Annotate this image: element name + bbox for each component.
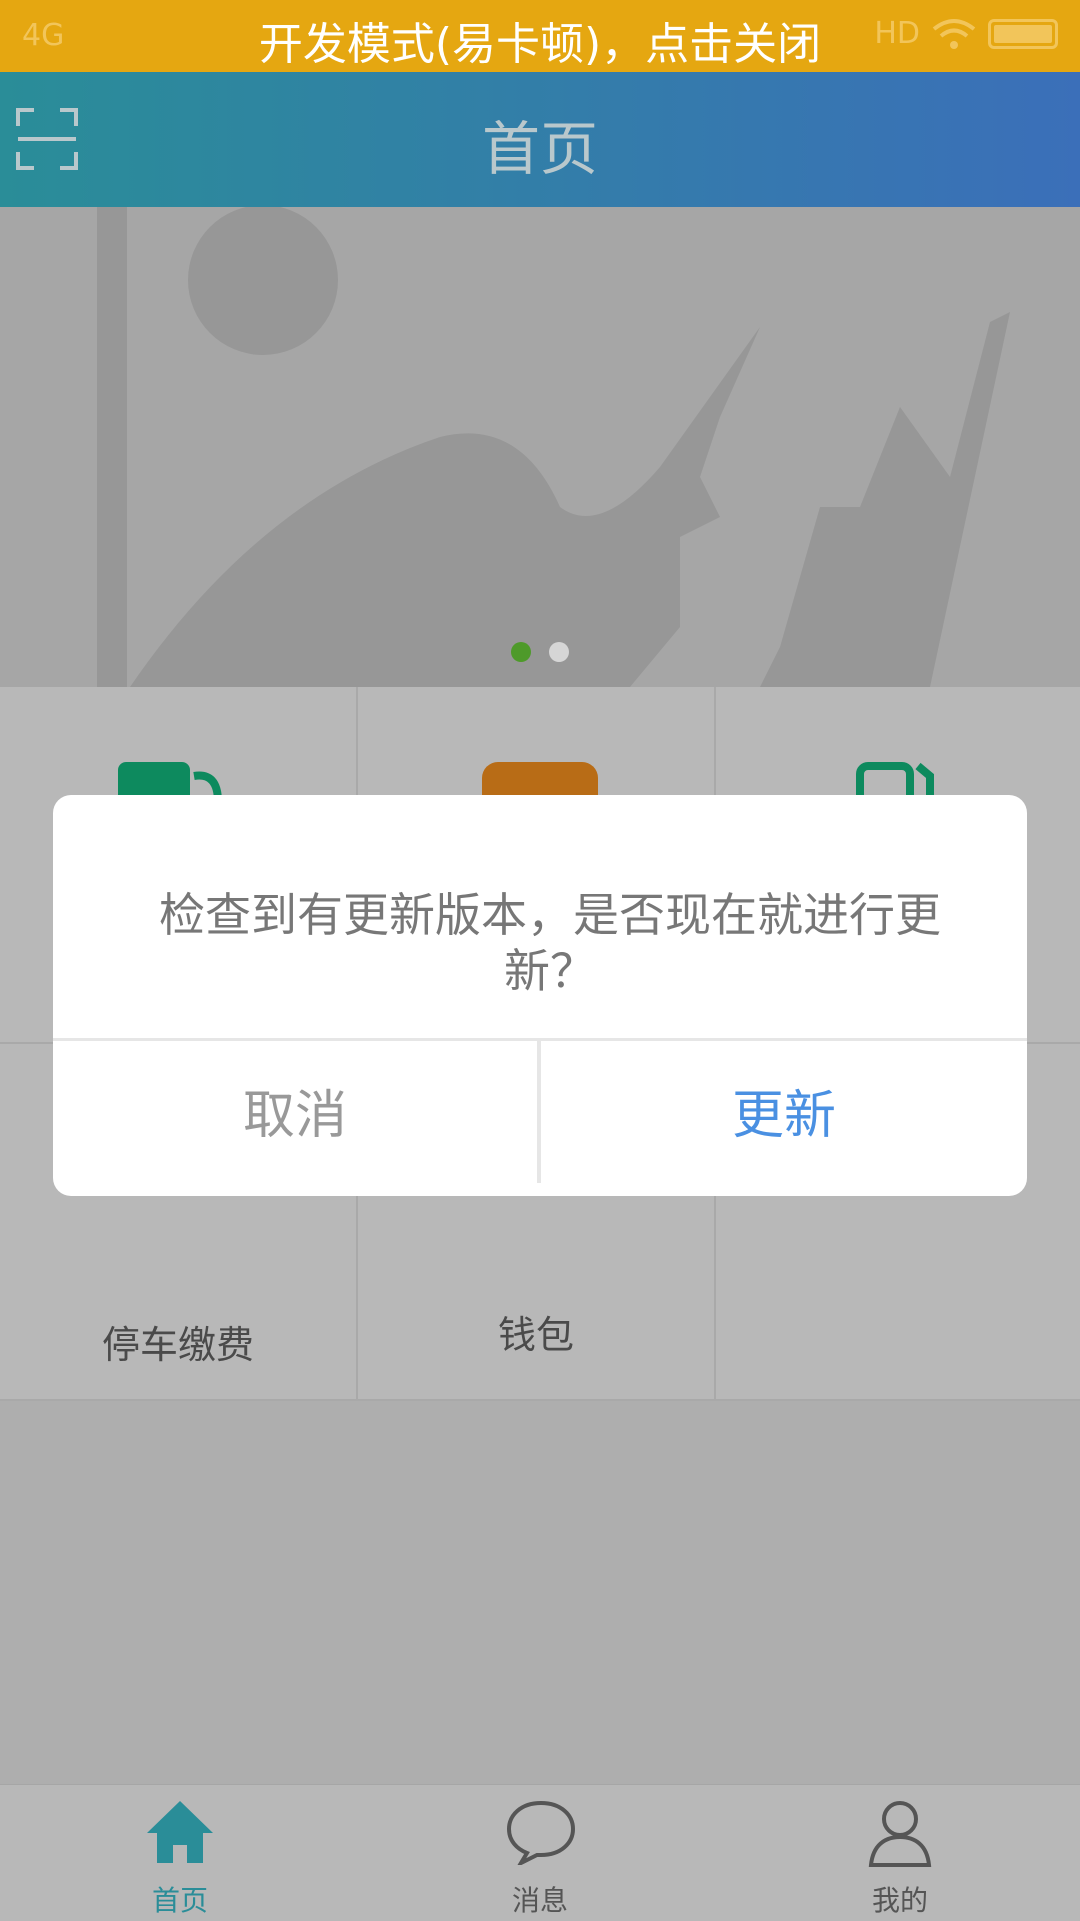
page-title: 首页 xyxy=(481,115,598,183)
dialog-message: 检查到有更新版本，是否现在就进行更新？ xyxy=(159,888,941,998)
status-icons: HD xyxy=(874,16,1058,51)
user-icon xyxy=(868,1801,932,1867)
carousel-indicator xyxy=(0,642,1080,664)
nav-label: 消息 xyxy=(511,1884,568,1917)
update-button[interactable]: 更新 xyxy=(541,1041,1027,1196)
banner-carousel[interactable] xyxy=(0,207,1080,687)
nav-item-messages[interactable]: 消息 xyxy=(360,1785,720,1921)
grid-item-label: 钱包 xyxy=(497,1313,574,1357)
message-icon xyxy=(506,1800,576,1865)
update-dialog: 检查到有更新版本，是否现在就进行更新？ 取消 更新 xyxy=(53,795,1027,1196)
wifi-icon xyxy=(932,18,976,49)
carousel-dot-active[interactable] xyxy=(511,642,532,662)
nav-label: 我的 xyxy=(871,1884,928,1917)
nav-item-home[interactable]: 首页 xyxy=(0,1785,360,1921)
bottom-nav: 首页 消息 我的 xyxy=(0,1784,1080,1921)
hd-indicator: HD xyxy=(874,16,920,51)
carousel-dot[interactable] xyxy=(548,642,569,662)
nav-item-profile[interactable]: 我的 xyxy=(720,1785,1080,1921)
app-header: 首页 xyxy=(0,72,1080,207)
image-placeholder-icon xyxy=(97,207,1010,687)
grid-item-label: 停车缴费 xyxy=(101,1323,254,1367)
cancel-button[interactable]: 取消 xyxy=(53,1041,537,1196)
nav-label: 首页 xyxy=(151,1884,208,1917)
battery-icon xyxy=(988,18,1058,49)
home-icon xyxy=(147,1801,213,1863)
status-bar: 4G 开发模式(易卡顿)，点击关闭 HD xyxy=(0,0,1080,72)
